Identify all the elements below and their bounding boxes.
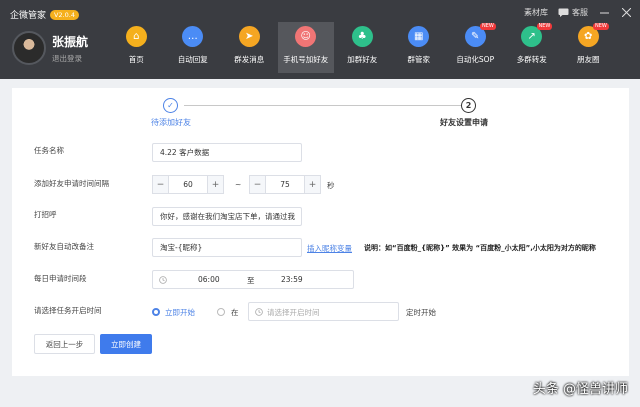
minimize-icon xyxy=(599,12,609,13)
interval-max-input[interactable]: 75 xyxy=(266,175,304,194)
daily-time-start: 06:00 xyxy=(198,275,220,284)
nav-item-add-contact[interactable]: ☺ 手机号加好友 xyxy=(277,22,334,73)
remark-note: 说明：如“百度粉_{昵称}” 效果为 “百度粉_小太阳”,小太阳为对方的昵称 xyxy=(364,244,596,252)
insert-nickname-link[interactable]: 插入昵称变量 xyxy=(307,243,352,254)
step2-number: 2 xyxy=(461,98,476,113)
clock-icon xyxy=(159,276,167,284)
nav-label: 首页 xyxy=(128,55,144,64)
task-name-label: 任务名称 xyxy=(34,146,64,155)
add-contact-icon: ☺ xyxy=(295,26,317,47)
nav-item-moments[interactable]: ✿ NEW 朋友圈 xyxy=(560,22,617,73)
app-title-bar: 企微管家 V2.0.4 xyxy=(10,8,80,21)
close-button[interactable] xyxy=(620,6,632,18)
start-now-radio[interactable] xyxy=(152,308,160,316)
remark-input[interactable]: 淘宝-{昵称} xyxy=(152,238,302,257)
window-controls: 素材库 客服 xyxy=(524,6,632,18)
interval-max-increment-button[interactable]: + xyxy=(304,175,321,194)
new-badge: NEW xyxy=(593,23,609,30)
new-badge: NEW xyxy=(536,23,553,30)
nav-label: 自动回复 xyxy=(177,55,208,64)
user-name: 张振航 xyxy=(52,34,89,49)
group-icon: ♣ xyxy=(351,26,373,47)
chat-icon xyxy=(558,8,569,17)
step1-label[interactable]: 待添加好友 xyxy=(151,117,191,128)
interval-min-input[interactable]: 60 xyxy=(169,175,207,194)
new-badge: NEW xyxy=(480,23,496,30)
nav-label: 手机号加好友 xyxy=(283,55,329,64)
greeting-label: 打招呼 xyxy=(34,210,57,219)
greeting-input[interactable]: 你好，感谢在我们淘宝店下单，请通过我 xyxy=(152,207,302,226)
daily-time-label: 每日申请时间段 xyxy=(34,274,87,283)
start-time-picker[interactable]: 请选择开启时间 xyxy=(248,302,399,321)
start-scheduled-label[interactable]: 在 xyxy=(231,307,239,318)
nav-item-grid[interactable]: ▦ 群管家 xyxy=(391,22,448,73)
nav-item-sop[interactable]: ✎ NEW 自动化SOP xyxy=(447,22,504,73)
material-library-link[interactable]: 素材库 xyxy=(524,7,548,18)
daily-time-to: 至 xyxy=(247,276,255,285)
step-connector xyxy=(184,105,462,106)
minimize-button[interactable] xyxy=(598,6,610,18)
interval-min-increment-button[interactable]: + xyxy=(207,175,224,194)
watermark: 头条 @怪兽讲师 xyxy=(532,382,628,397)
app-title: 企微管家 xyxy=(10,11,47,21)
step2-label: 好友设置申请 xyxy=(440,118,488,127)
start-time-suffix: 定时开始 xyxy=(406,308,436,317)
start-now-label[interactable]: 立即开始 xyxy=(165,307,195,318)
nav-item-chat-bubble[interactable]: … 自动回复 xyxy=(165,22,222,73)
nav-item-forward[interactable]: ↗ NEW 多群转发 xyxy=(504,22,561,73)
start-scheduled-radio[interactable] xyxy=(217,308,225,316)
home-icon: ⌂ xyxy=(125,26,147,47)
step1-check-icon: ✓ xyxy=(163,98,178,113)
send-icon: ➤ xyxy=(238,26,260,47)
nav-item-home[interactable]: ⌂ 首页 xyxy=(108,22,165,73)
interval-label: 添加好友申请时间间隔 xyxy=(34,179,109,188)
task-name-input[interactable]: 4.22 客户数据 xyxy=(152,143,302,162)
interval-min-decrement-button[interactable]: − xyxy=(152,175,169,194)
start-time-placeholder: 请选择开启时间 xyxy=(267,308,320,317)
nav-item-send[interactable]: ➤ 群发消息 xyxy=(221,22,278,73)
customer-service-link[interactable]: 客服 xyxy=(558,7,588,18)
nav-label: 自动化SOP xyxy=(456,55,495,64)
nav-label: 群发消息 xyxy=(234,55,265,64)
user-info: 张振航 退出登录 xyxy=(52,33,88,64)
step-indicator: ✓ 2 待添加好友 好友设置申请 xyxy=(12,96,629,132)
version-badge: V2.0.4 xyxy=(50,9,80,20)
chat-bubble-icon: … xyxy=(182,26,204,47)
main-nav: ⌂ 首页… 自动回复 ➤ 群发消息 ☺ 手机号加好友 ♣ 加群好友 ▦ 群管家 ✎ NEW 自动化SOP ↗… xyxy=(108,22,617,73)
interval-unit: 秒 xyxy=(327,181,335,190)
grid-icon: ▦ xyxy=(408,26,430,47)
nav-label: 群管家 xyxy=(407,55,431,64)
start-time-label: 请选择任务开启时间 xyxy=(34,306,102,315)
app-header: 企微管家 V2.0.4 素材库 客服 张振航 退出登录 ⌂ 首页 … 自动回复 ➤ 群发消… xyxy=(0,0,640,79)
nav-item-group[interactable]: ♣ 加群好友 xyxy=(334,22,391,73)
back-button[interactable]: 返回上一步 xyxy=(34,334,95,354)
nav-label: 朋友圈 xyxy=(577,55,600,64)
create-button[interactable]: 立即创建 xyxy=(100,334,152,354)
interval-separator: ~ xyxy=(235,180,242,189)
close-icon xyxy=(621,7,631,17)
task-form-panel: ✓ 2 待添加好友 好友设置申请 任务名称 4.22 客户数据 添加好友申请时间… xyxy=(12,88,629,376)
daily-time-range-picker[interactable]: 06:00 至 23:59 xyxy=(152,270,354,289)
user-profile: 张振航 退出登录 xyxy=(12,31,88,65)
clock-icon xyxy=(255,308,263,316)
interval-max-decrement-button[interactable]: − xyxy=(249,175,266,194)
avatar[interactable] xyxy=(12,31,46,65)
remark-label: 新好友自动改备注 xyxy=(34,242,94,251)
nav-label: 加群好友 xyxy=(347,55,378,64)
logout-link[interactable]: 退出登录 xyxy=(52,53,88,64)
daily-time-end: 23:59 xyxy=(281,275,303,284)
nav-label: 多群转发 xyxy=(516,55,547,64)
